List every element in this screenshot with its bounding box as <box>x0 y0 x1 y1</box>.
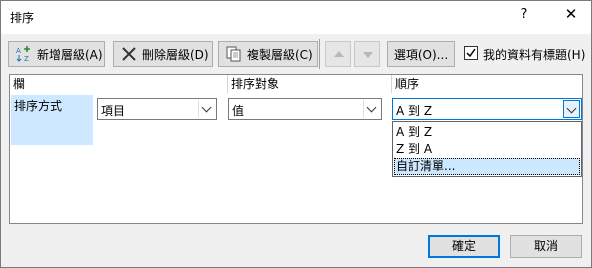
add-level-label: 新增層級(A) <box>37 47 103 62</box>
chevron-down-icon[interactable] <box>363 100 380 118</box>
column-select-value: 項目 <box>101 104 126 118</box>
order-option[interactable]: Z 到 A <box>394 141 580 158</box>
column-select[interactable]: 項目 <box>97 98 217 120</box>
help-button[interactable]: ? <box>513 7 535 27</box>
order-select-value: A 到 Z <box>396 104 433 118</box>
chevron-down-icon[interactable] <box>563 100 580 118</box>
sort-levels-grid: 欄 排序對象 順序 排序方式 項目 值 A 到 Z A 到 Z Z 到 A 自訂… <box>9 74 583 224</box>
order-dropdown-list: A 到 Z Z 到 A 自訂清單... <box>392 121 582 177</box>
cancel-button[interactable]: 取消 <box>510 235 582 258</box>
order-select[interactable]: A 到 Z <box>392 98 582 120</box>
sort-on-select-value: 值 <box>232 104 245 118</box>
add-level-icon: A Z <box>15 45 33 63</box>
copy-level-label: 複製層級(C) <box>247 47 313 62</box>
copy-icon <box>225 45 243 63</box>
has-headers-label[interactable]: 我的資料有標題(H) <box>483 46 585 63</box>
options-button[interactable]: 選項(O)... <box>387 41 455 67</box>
has-headers-checkbox[interactable] <box>464 46 478 60</box>
sort-by-label: 排序方式 <box>14 99 63 113</box>
toolbar-separator <box>319 39 320 69</box>
sort-dialog: 排序 ? ✕ A Z 新增層級(A) 刪除層級(D) 複製層級(C) 選項(O)… <box>0 0 592 268</box>
delete-level-button[interactable]: 刪除層級(D) <box>113 41 213 67</box>
order-option-custom-list[interactable]: 自訂清單... <box>394 158 580 175</box>
svg-text:Z: Z <box>24 55 29 63</box>
sort-on-select[interactable]: 值 <box>228 98 382 120</box>
sort-by-row-label: 排序方式 <box>11 95 93 145</box>
move-up-button[interactable] <box>325 41 351 67</box>
options-label: 選項(O)... <box>393 47 449 62</box>
copy-level-button[interactable]: 複製層級(C) <box>218 41 318 67</box>
arrow-down-icon <box>363 52 373 58</box>
column-header: 欄 <box>10 75 228 93</box>
chevron-down-icon[interactable] <box>198 100 215 118</box>
delete-x-icon <box>120 45 138 63</box>
move-down-button[interactable] <box>354 41 380 67</box>
sort-on-header: 排序對象 <box>228 75 392 93</box>
dialog-title: 排序 <box>10 11 35 25</box>
order-option[interactable]: A 到 Z <box>394 124 580 141</box>
ok-button[interactable]: 確定 <box>428 235 500 258</box>
title-bar: 排序 ? ✕ <box>1 1 591 34</box>
order-header: 順序 <box>395 77 420 91</box>
svg-text:A: A <box>16 47 21 55</box>
arrow-up-icon <box>334 51 344 57</box>
close-button[interactable]: ✕ <box>559 5 583 27</box>
checkmark-icon <box>466 48 476 58</box>
add-level-button[interactable]: A Z 新增層級(A) <box>8 41 105 67</box>
delete-level-label: 刪除層級(D) <box>142 47 209 62</box>
